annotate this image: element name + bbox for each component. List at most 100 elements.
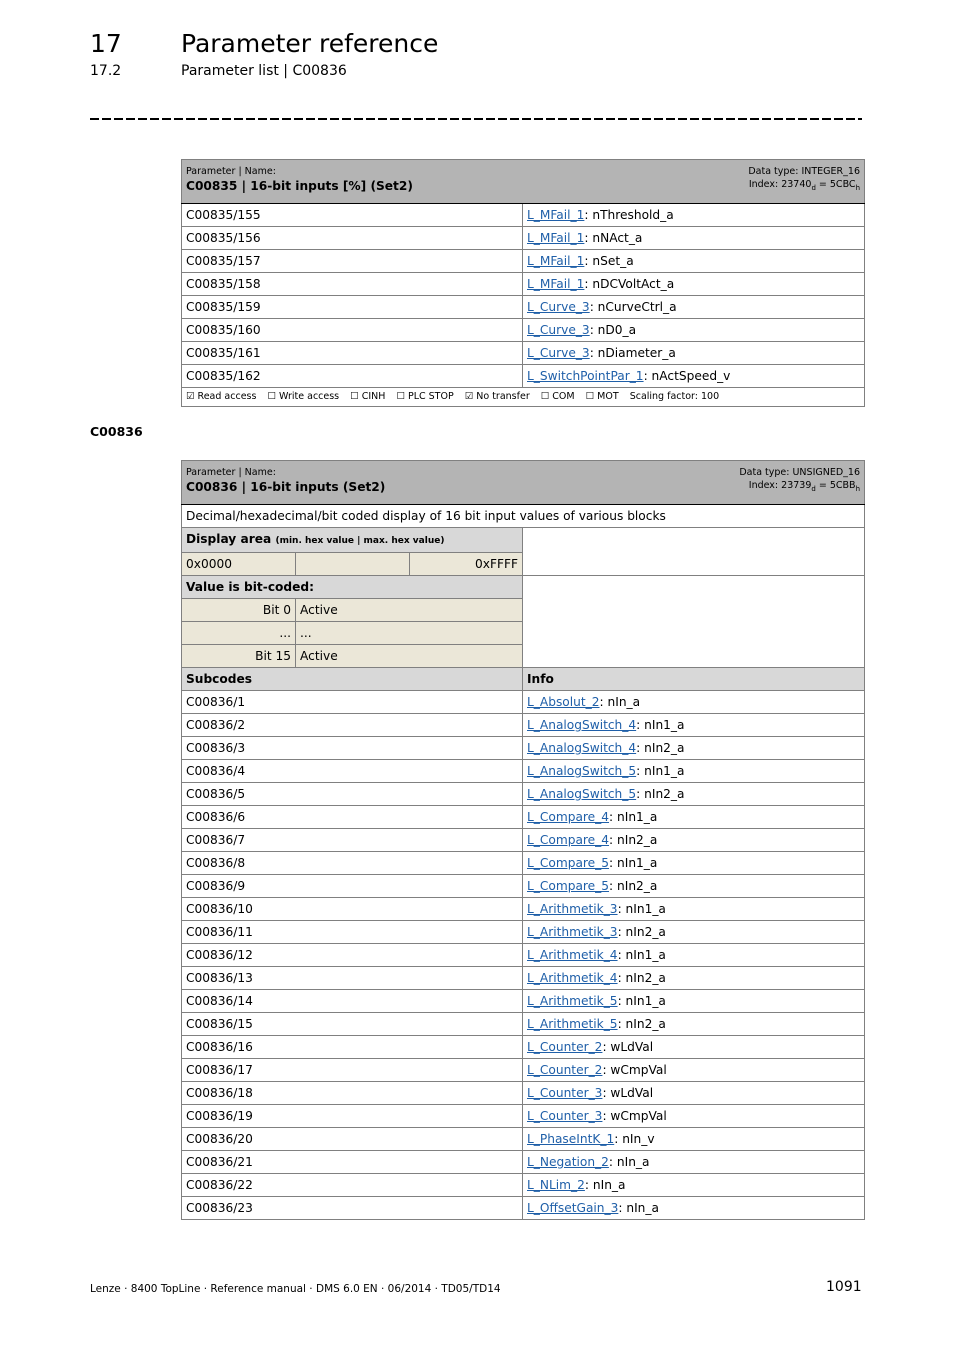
- info-cell: L_Curve_3: nD0_a: [522, 318, 865, 342]
- parameter-header: Parameter | Name: C00835 | 16-bit inputs…: [181, 159, 865, 204]
- table-row: C00836/9 L_Compare_5: nIn2_a: [181, 874, 865, 898]
- section-number: 17.2: [90, 63, 122, 79]
- table-row: C00836/7 L_Compare_4: nIn2_a: [181, 828, 865, 852]
- subcode-cell: C00836/17: [181, 1058, 523, 1082]
- subcode-cell: C00835/160: [181, 318, 523, 342]
- signal-name: : nThreshold_a: [584, 208, 674, 222]
- function-block-link[interactable]: L_MFail_1: [527, 208, 584, 222]
- subcode-cell: C00835/155: [181, 203, 523, 227]
- signal-name: : nIn2_a: [609, 879, 658, 893]
- signal-name: : wCmpVal: [602, 1109, 667, 1123]
- parameter-subheading: C00836: [90, 424, 143, 439]
- signal-name: : nSet_a: [584, 254, 634, 268]
- table-row: C00836/1 L_Absolut_2: nIn_a: [181, 690, 865, 714]
- table-row: C00836/2 L_AnalogSwitch_4: nIn1_a: [181, 713, 865, 737]
- description-row: Decimal/hexadecimal/bit coded display of…: [181, 504, 865, 528]
- function-block-link[interactable]: L_SwitchPointPar_1: [527, 369, 644, 383]
- subcode-cell: C00836/1: [181, 690, 523, 714]
- function-block-link[interactable]: L_PhaseIntK_1: [527, 1132, 614, 1146]
- function-block-link[interactable]: L_Arithmetik_5: [527, 1017, 618, 1031]
- bitcoded-header-row: Value is bit-coded:: [181, 575, 865, 668]
- table-row: C00835/155 L_MFail_1: nThreshold_a: [181, 203, 865, 227]
- function-block-link[interactable]: L_Curve_3: [527, 300, 590, 314]
- chapter-number: 17: [90, 29, 122, 58]
- function-block-link[interactable]: L_OffsetGain_3: [527, 1201, 618, 1215]
- parameter-description: Decimal/hexadecimal/bit coded display of…: [181, 504, 865, 528]
- function-block-link[interactable]: L_MFail_1: [527, 277, 584, 291]
- signal-name: : nDCVoltAct_a: [584, 277, 675, 291]
- signal-name: : nIn_a: [608, 1155, 650, 1169]
- empty-cell: [295, 552, 410, 576]
- table-row: C00836/19 L_Counter_3: wCmpVal: [181, 1104, 865, 1128]
- table-row: C00836/5 L_AnalogSwitch_5: nIn2_a: [181, 782, 865, 806]
- function-block-link[interactable]: L_NLim_2: [527, 1178, 585, 1192]
- subcode-cell: C00836/2: [181, 713, 523, 737]
- signal-name: : wLdVal: [602, 1086, 654, 1100]
- parameter-label: Parameter | Name:: [186, 166, 276, 177]
- info-cell: L_Compare_5: nIn1_a: [522, 851, 865, 875]
- subcode-cell: C00835/156: [181, 226, 523, 250]
- function-block-link[interactable]: L_MFail_1: [527, 231, 584, 245]
- no-transfer-checkbox: ☑ No transfer: [464, 391, 530, 402]
- function-block-link[interactable]: L_Absolut_2: [527, 695, 600, 709]
- function-block-link[interactable]: L_AnalogSwitch_4: [527, 718, 636, 732]
- function-block-link[interactable]: L_Curve_3: [527, 346, 590, 360]
- subcode-cell: C00836/11: [181, 920, 523, 944]
- min-value: 0x0000: [181, 552, 296, 576]
- header-divider: [90, 118, 862, 120]
- function-block-link[interactable]: L_Arithmetik_3: [527, 902, 618, 916]
- function-block-link[interactable]: L_AnalogSwitch_5: [527, 764, 636, 778]
- info-cell: L_Counter_2: wLdVal: [522, 1035, 865, 1059]
- subcodes-header-row: Subcodes Info: [181, 667, 865, 691]
- signal-name: : nIn1_a: [609, 810, 658, 824]
- signal-name: : nNAct_a: [584, 231, 643, 245]
- function-block-link[interactable]: L_Counter_2: [527, 1040, 602, 1054]
- table-row: C00836/8 L_Compare_5: nIn1_a: [181, 851, 865, 875]
- function-block-link[interactable]: L_Compare_5: [527, 879, 609, 893]
- footer-text: Lenze · 8400 TopLine · Reference manual …: [90, 1283, 501, 1295]
- function-block-link[interactable]: L_Curve_3: [527, 323, 590, 337]
- signal-name: : nCurveCtrl_a: [589, 300, 677, 314]
- function-block-link[interactable]: L_Compare_4: [527, 833, 609, 847]
- function-block-link[interactable]: L_Negation_2: [527, 1155, 609, 1169]
- function-block-link[interactable]: L_Arithmetik_3: [527, 925, 618, 939]
- parameter-name: C00836 | 16-bit inputs (Set2): [186, 480, 386, 494]
- subcode-cell: C00836/23: [181, 1196, 523, 1220]
- subcode-cell: C00836/4: [181, 759, 523, 783]
- function-block-link[interactable]: L_Counter_2: [527, 1063, 602, 1077]
- subcode-cell: C00836/22: [181, 1173, 523, 1197]
- empty-cell: [522, 575, 865, 668]
- parameter-name: C00835 | 16-bit inputs [%] (Set2): [186, 179, 413, 193]
- signal-name: : nIn2_a: [636, 787, 685, 801]
- function-block-link[interactable]: L_Counter_3: [527, 1109, 602, 1123]
- table-row: C00836/20 L_PhaseIntK_1: nIn_v: [181, 1127, 865, 1151]
- signal-name: : nIn2_a: [609, 833, 658, 847]
- parameter-header: Parameter | Name: C00836 | 16-bit inputs…: [181, 460, 865, 505]
- parameter-table-c00835: Parameter | Name: C00835 | 16-bit inputs…: [181, 159, 865, 407]
- function-block-link[interactable]: L_Compare_4: [527, 810, 609, 824]
- table-row: C00836/13 L_Arithmetik_4: nIn2_a: [181, 966, 865, 990]
- function-block-link[interactable]: L_MFail_1: [527, 254, 584, 268]
- function-block-link[interactable]: L_Arithmetik_4: [527, 971, 618, 985]
- table-row: C00836/3 L_AnalogSwitch_4: nIn2_a: [181, 736, 865, 760]
- function-block-link[interactable]: L_Arithmetik_5: [527, 994, 618, 1008]
- cinh-checkbox: ☐ CINH: [350, 391, 386, 402]
- info-cell: L_Arithmetik_5: nIn2_a: [522, 1012, 865, 1036]
- signal-name: : nActSpeed_v: [643, 369, 731, 383]
- info-cell: L_Counter_2: wCmpVal: [522, 1058, 865, 1082]
- display-area-label: Display area (min. hex value | max. hex …: [181, 527, 523, 553]
- bit-meaning: Active: [295, 644, 523, 668]
- function-block-link[interactable]: L_AnalogSwitch_4: [527, 741, 636, 755]
- signal-name: : wCmpVal: [602, 1063, 667, 1077]
- signal-name: : nIn1_a: [617, 994, 666, 1008]
- table-row: C00836/14 L_Arithmetik_5: nIn1_a: [181, 989, 865, 1013]
- table-row: C00836/11 L_Arithmetik_3: nIn2_a: [181, 920, 865, 944]
- signal-name: : nIn1_a: [636, 764, 685, 778]
- function-block-link[interactable]: L_Arithmetik_4: [527, 948, 618, 962]
- info-cell: L_Arithmetik_5: nIn1_a: [522, 989, 865, 1013]
- function-block-link[interactable]: L_Compare_5: [527, 856, 609, 870]
- parameter-index: Index: 23740d = 5CBCh: [748, 179, 860, 192]
- function-block-link[interactable]: L_Counter_3: [527, 1086, 602, 1100]
- function-block-link[interactable]: L_AnalogSwitch_5: [527, 787, 636, 801]
- subcode-cell: C00836/18: [181, 1081, 523, 1105]
